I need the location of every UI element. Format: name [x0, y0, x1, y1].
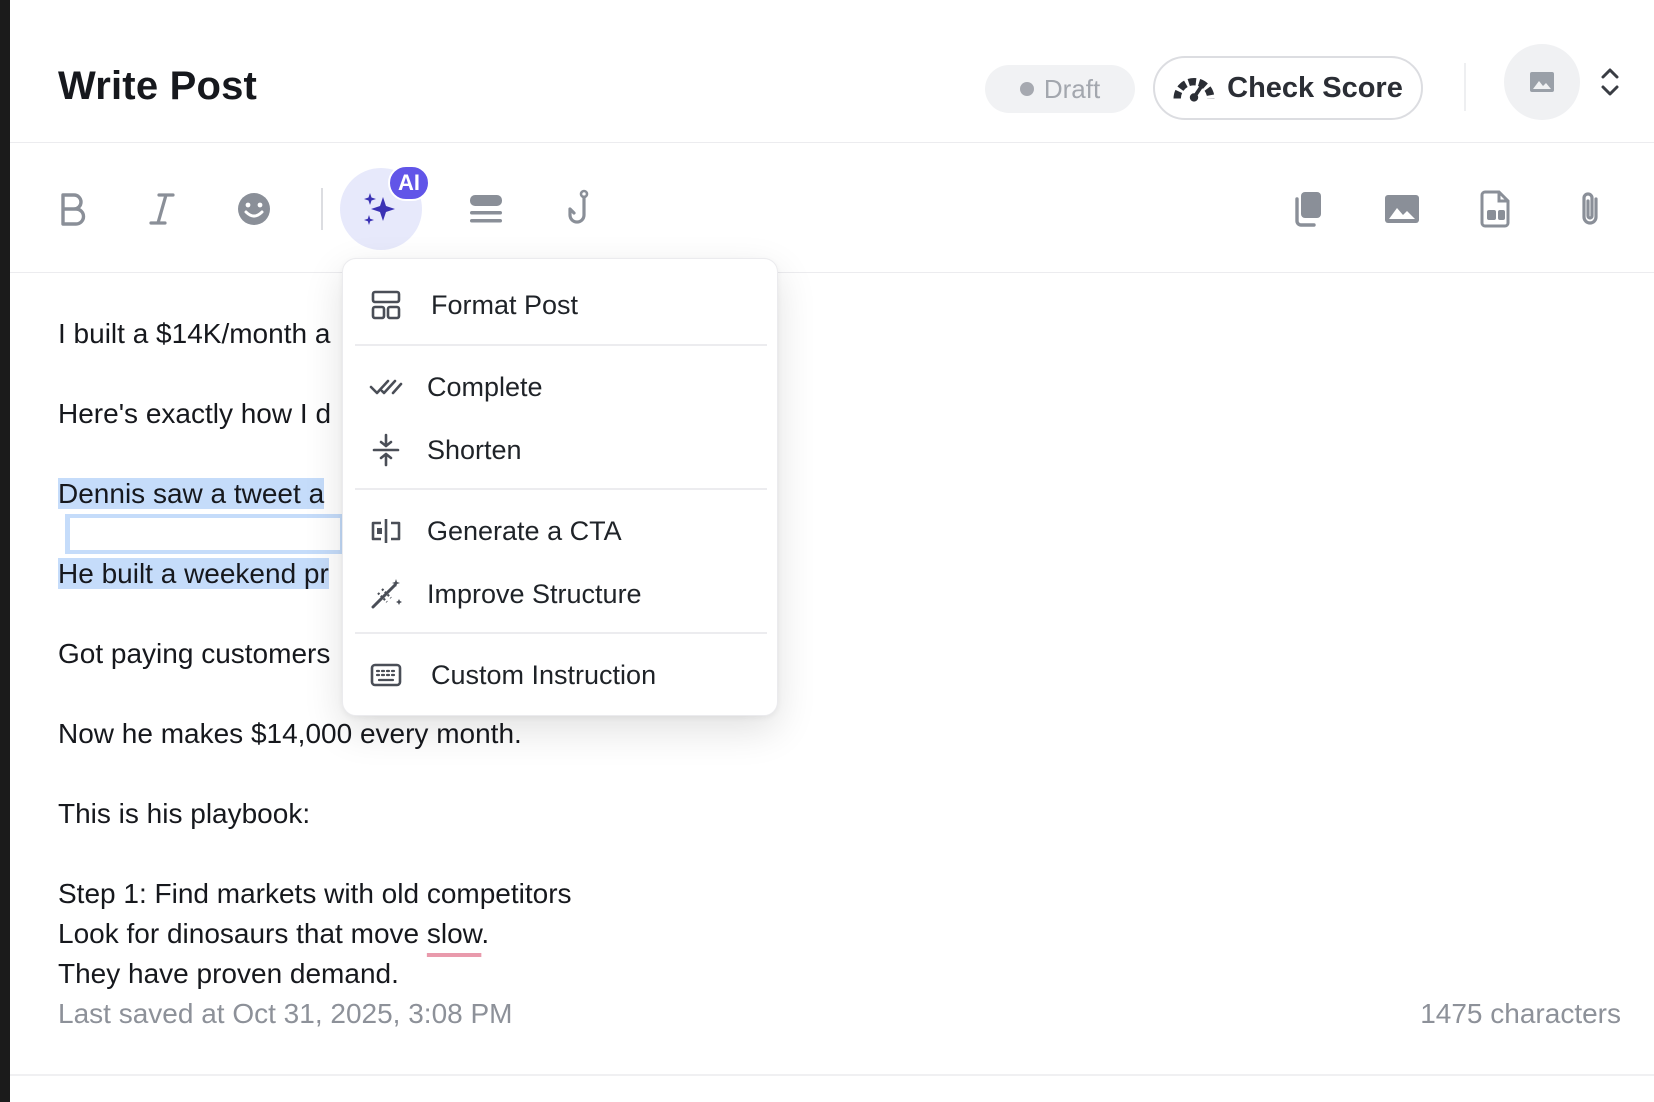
emoji-button[interactable] [226, 181, 282, 237]
editor-text: . [481, 918, 490, 949]
editor-text: Look for dinosaurs that move [58, 918, 427, 949]
chevron-up-down-icon[interactable] [1598, 64, 1622, 100]
layout-icon [371, 290, 401, 320]
gauge-icon [1173, 78, 1215, 102]
cta-icon [371, 519, 401, 543]
editor-line: Got paying customers [58, 638, 331, 669]
ai-menu: Format Post Complete Shorten Generate a … [342, 258, 778, 716]
editor-toolbar: AI [10, 143, 1654, 273]
editor-line: Here's exactly how I d [58, 398, 332, 429]
image-icon [1385, 195, 1419, 223]
selection-gap [70, 518, 340, 550]
avatar[interactable] [1504, 44, 1580, 120]
menu-item-format-post[interactable]: Format Post [343, 277, 779, 333]
attach-button[interactable] [1562, 181, 1618, 237]
status-label: Draft [1043, 73, 1101, 104]
menu-item-label: Improve Structure [427, 578, 642, 609]
spellcheck-word[interactable]: slow [427, 918, 481, 949]
check-score-button[interactable]: Check Score [1153, 56, 1423, 120]
copy-button[interactable] [1280, 181, 1336, 237]
menu-item-generate-cta[interactable]: Generate a CTA [343, 503, 779, 559]
bold-button[interactable] [44, 181, 100, 237]
menu-item-custom-instruction[interactable]: Custom Instruction [343, 647, 779, 703]
hook-icon [568, 189, 589, 224]
bold-icon [61, 193, 86, 226]
header-divider [1464, 63, 1466, 111]
format-lines-icon [470, 195, 502, 223]
italic-button[interactable] [134, 181, 190, 237]
gif-file-icon [1480, 190, 1510, 228]
editor-line-selected: He built a weekend pr [58, 558, 329, 589]
menu-item-label: Shorten [427, 434, 522, 465]
editor-line-selected: Dennis saw a tweet a [58, 478, 325, 509]
hook-button[interactable] [552, 181, 608, 237]
menu-divider [355, 632, 767, 634]
format-lines-button[interactable] [458, 181, 514, 237]
last-saved-text: Last saved at Oct 31, 2025, 3:08 PM [58, 998, 513, 1029]
magic-wand-icon [371, 579, 402, 609]
ai-badge: AI [388, 165, 430, 201]
copy-icon [1295, 192, 1321, 227]
compress-icon [372, 433, 400, 467]
menu-item-label: Generate a CTA [427, 515, 622, 546]
menu-item-label: Custom Instruction [431, 659, 657, 690]
check-score-label: Check Score [1227, 71, 1403, 104]
menu-divider [355, 344, 767, 346]
window-edge [0, 0, 10, 1102]
editor-line: Step 1: Find markets with old competitor… [58, 878, 572, 909]
toolbar-divider [321, 188, 323, 230]
gif-button[interactable] [1468, 181, 1524, 237]
menu-item-label: Complete [427, 371, 543, 402]
menu-divider [355, 488, 767, 490]
editor-line: Now he makes $14,000 every month. [58, 718, 522, 749]
menu-item-improve-structure[interactable]: Improve Structure [343, 566, 779, 622]
emoji-icon [238, 193, 270, 225]
double-check-icon [369, 379, 403, 395]
header: Write Post Draft Check Score [10, 0, 1654, 143]
status-dot-icon [1019, 82, 1034, 96]
editor-line: Look for dinosaurs that move slow. [58, 918, 489, 950]
status-badge: Draft [985, 65, 1135, 113]
editor-line: This is his playbook: [58, 798, 311, 829]
paperclip-icon [1582, 192, 1598, 225]
bottom-divider [10, 1074, 1654, 1076]
page-title: Write Post [58, 64, 258, 108]
menu-item-label: Format Post [431, 289, 579, 320]
image-placeholder-icon [1530, 72, 1554, 92]
keyboard-icon [370, 663, 402, 687]
character-count: 1475 characters [1420, 998, 1621, 1029]
italic-icon [149, 193, 175, 225]
editor-line: They have proven demand. [58, 958, 399, 989]
menu-item-shorten[interactable]: Shorten [343, 422, 779, 478]
editor-line: I built a $14K/month a [58, 318, 331, 349]
image-button[interactable] [1374, 181, 1430, 237]
menu-item-complete[interactable]: Complete [343, 359, 779, 415]
